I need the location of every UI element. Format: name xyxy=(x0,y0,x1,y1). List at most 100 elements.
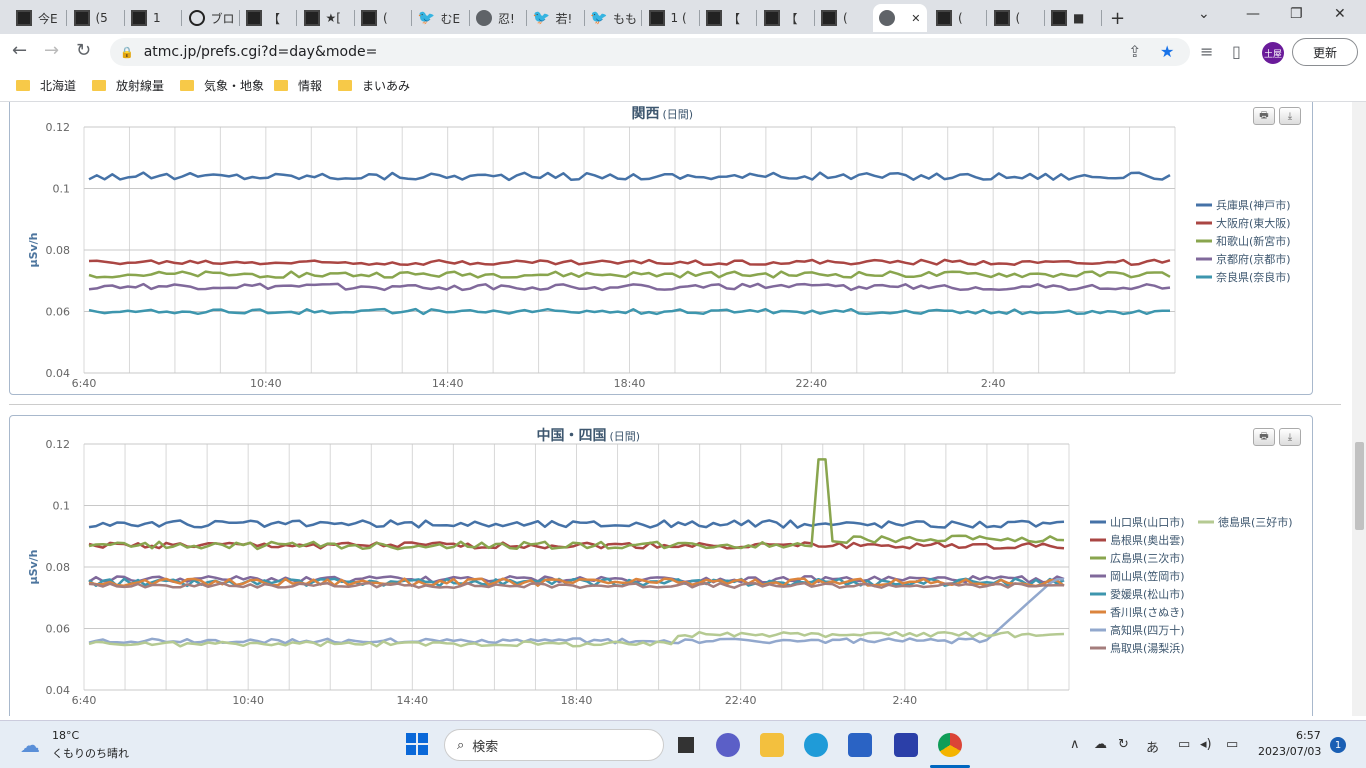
media-list-icon[interactable]: ≡ xyxy=(1200,42,1213,61)
y-tick-label: 0.08 xyxy=(46,244,71,257)
ring-favicon xyxy=(188,10,205,26)
search-label: 検索 xyxy=(472,739,499,755)
browser-tab[interactable]: 1 xyxy=(125,4,181,32)
maximize-button[interactable]: ❐ xyxy=(1290,6,1303,22)
tab-label: 1 xyxy=(153,11,161,25)
close-window-button[interactable]: ✕ xyxy=(1334,6,1346,22)
start-button[interactable] xyxy=(406,733,428,755)
bookmark-folder[interactable]: 北海道 xyxy=(16,77,76,94)
bookmark-folder[interactable]: 放射線量 xyxy=(92,77,164,94)
battery-icon[interactable]: ▭ xyxy=(1226,737,1238,752)
scrollbar-thumb[interactable] xyxy=(1355,442,1364,530)
browser-tab[interactable]: 🐦 若! xyxy=(528,4,584,32)
print-icon[interactable]: 🖶 xyxy=(1253,428,1275,446)
bookmark-folder[interactable]: まいあみ xyxy=(338,77,410,94)
reload-icon[interactable]: ↻ xyxy=(76,40,91,61)
chevron-up-icon[interactable]: ∧ xyxy=(1070,737,1080,752)
dark-favicon xyxy=(73,10,90,26)
edge-icon[interactable] xyxy=(804,733,828,757)
clock-date[interactable]: 2023/07/03 xyxy=(1258,745,1321,758)
file-explorer-icon[interactable] xyxy=(760,733,784,757)
sync-icon[interactable]: ↻ xyxy=(1118,737,1129,752)
legend-item: 広島県(三次市) xyxy=(1110,551,1185,565)
app-icon[interactable] xyxy=(894,733,918,757)
x-tick-label: 10:40 xyxy=(250,377,282,390)
task-view-icon[interactable] xyxy=(674,733,698,757)
scrollbar[interactable] xyxy=(1352,102,1366,716)
browser-tab[interactable]: (5 xyxy=(68,4,124,32)
bookmark-star-icon[interactable]: ★ xyxy=(1160,42,1174,61)
folder-icon xyxy=(92,80,106,91)
ime-indicator[interactable]: あ xyxy=(1146,737,1159,756)
browser-tab[interactable]: ( xyxy=(355,4,411,32)
side-panel-icon[interactable]: ▯ xyxy=(1232,42,1241,61)
back-icon[interactable]: ← xyxy=(12,40,27,61)
legend-item: 愛媛県(松山市) xyxy=(1110,587,1185,601)
address-bar[interactable]: 🔒 atmc.jp/prefs.cgi?d=day&mode= xyxy=(110,38,1190,66)
browser-tab[interactable]: 忍! xyxy=(470,4,526,32)
bookmark-label: 情報 xyxy=(298,79,323,93)
new-tab-button[interactable]: + xyxy=(1110,8,1125,29)
legend-item: 大阪府(東大阪) xyxy=(1216,216,1291,230)
y-tick-label: 0.12 xyxy=(46,438,71,451)
browser-tab[interactable]: ( xyxy=(930,4,986,32)
tab-label: むE xyxy=(440,11,461,26)
chrome-icon[interactable] xyxy=(938,733,962,757)
meet-icon[interactable] xyxy=(716,733,740,757)
bookmark-folder[interactable]: 気象・地象 xyxy=(180,77,264,94)
download-icon[interactable]: ⤓ xyxy=(1279,428,1301,446)
print-icon[interactable]: 🖶 xyxy=(1253,107,1275,125)
browser-tab[interactable]: ★[ xyxy=(298,4,354,32)
folder-icon xyxy=(274,80,288,91)
clock-time[interactable]: 6:57 xyxy=(1296,729,1321,742)
bookmark-label: 北海道 xyxy=(40,79,77,93)
volume-icon[interactable]: ◂) xyxy=(1200,737,1212,752)
x-tick-label: 10:40 xyxy=(232,694,264,707)
browser-tab[interactable]: ブロ xyxy=(183,4,239,32)
bookmark-label: 気象・地象 xyxy=(204,79,265,93)
browser-tab[interactable]: 【 xyxy=(758,4,814,32)
cloud-icon[interactable]: ☁ xyxy=(1094,737,1107,752)
folder-icon xyxy=(180,80,194,91)
browser-tab[interactable]: 🐦 もも xyxy=(585,4,641,32)
legend-item: 岡山県(笠岡市) xyxy=(1110,569,1185,583)
browser-toolbar: ← → ↻ 🔒 atmc.jp/prefs.cgi?d=day&mode= ⇪ … xyxy=(0,34,1366,70)
dark-favicon xyxy=(361,10,377,26)
share-icon[interactable]: ⇪ xyxy=(1128,42,1141,61)
browser-tab[interactable]: 【 xyxy=(240,4,296,32)
store-icon[interactable] xyxy=(848,733,872,757)
x-tick-label: 6:40 xyxy=(72,694,97,707)
browser-tab[interactable]: ( xyxy=(815,4,871,32)
bookmark-folder[interactable]: 情報 xyxy=(274,77,322,94)
browser-tab[interactable]: 【 xyxy=(700,4,756,32)
browser-tab[interactable]: 🐦 むE xyxy=(413,4,469,32)
dark-favicon xyxy=(1051,10,1067,26)
forward-icon[interactable]: → xyxy=(44,40,59,61)
avatar[interactable]: 土屋 xyxy=(1262,42,1284,64)
weather-icon[interactable]: ☁ xyxy=(20,733,40,757)
browser-tab[interactable]: ( xyxy=(988,4,1044,32)
tab-search-icon[interactable]: ⌄ xyxy=(1198,6,1210,22)
x-tick-label: 2:40 xyxy=(981,377,1006,390)
taskbar-search[interactable]: ⌕ 検索 xyxy=(444,729,664,761)
tab-label: 若! xyxy=(555,11,573,26)
y-tick-label: 0.04 xyxy=(46,684,71,697)
download-icon[interactable]: ⤓ xyxy=(1279,107,1301,125)
browser-tab[interactable]: ✕ xyxy=(872,4,927,32)
notification-badge[interactable]: 1 xyxy=(1330,737,1346,753)
tab-label: ( xyxy=(1015,11,1021,25)
minimize-button[interactable]: — xyxy=(1246,6,1260,22)
twitter-icon: 🐦 xyxy=(590,10,608,26)
legend-item: 高知県(四万十) xyxy=(1110,623,1185,637)
x-tick-label: 22:40 xyxy=(725,694,757,707)
display-icon[interactable]: ▭ xyxy=(1178,737,1190,752)
legend-item: 和歌山(新宮市) xyxy=(1216,234,1291,248)
update-button[interactable]: 更新 xyxy=(1292,38,1358,66)
browser-tab[interactable]: ■ xyxy=(1045,4,1101,32)
browser-tab[interactable]: 1 ( xyxy=(643,4,699,32)
close-tab-icon[interactable]: ✕ xyxy=(911,12,920,25)
legend-item: 奈良県(奈良市) xyxy=(1216,270,1291,284)
browser-tab[interactable]: 今E xyxy=(10,4,66,32)
chart-subtitle: (日間) xyxy=(610,430,641,443)
twitter-icon: 🐦 xyxy=(417,10,436,26)
